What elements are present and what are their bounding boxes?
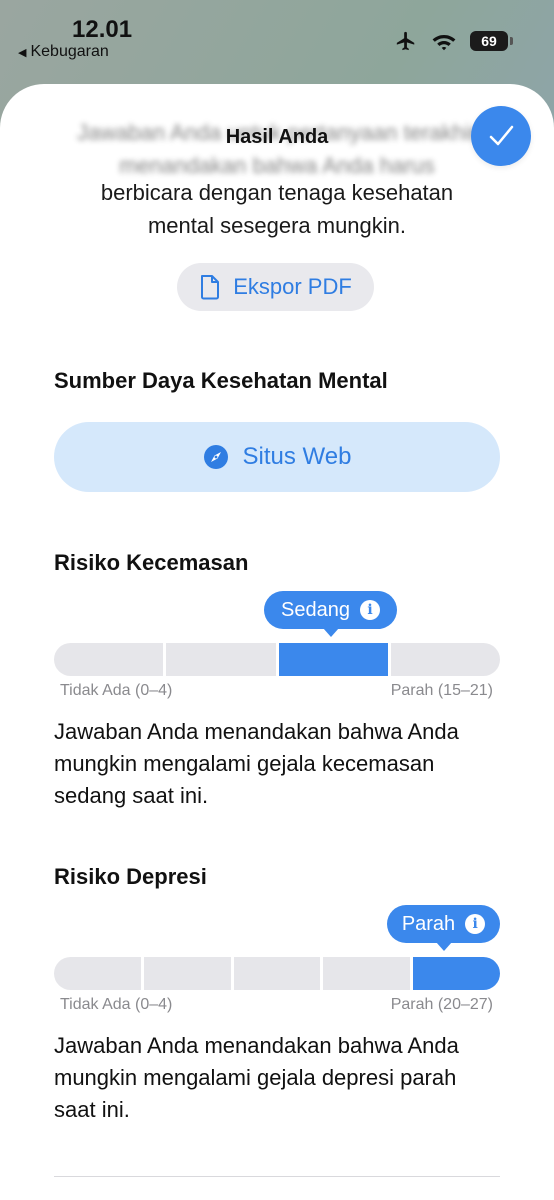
done-button[interactable] <box>471 106 531 166</box>
depression-min-label: Tidak Ada (0–4) <box>60 996 173 1013</box>
battery-level: 69 <box>481 33 497 49</box>
description-line: saat ini. <box>54 1097 130 1122</box>
anxiety-max-label: Parah (15–21) <box>390 682 493 699</box>
depression-description: Jawaban Anda menandakan bahwa Anda mungk… <box>54 1030 504 1126</box>
anxiety-risk-scale <box>54 643 500 676</box>
resources-title: Sumber Daya Kesehatan Mental <box>54 368 388 393</box>
anxiety-level-badge[interactable]: Sedang i <box>264 591 397 637</box>
wifi-icon <box>432 35 456 51</box>
depression-max-label: Parah (20–27) <box>390 996 493 1013</box>
description-line: Jawaban Anda menandakan bahwa Anda <box>54 719 459 744</box>
anxiety-level-label: Sedang <box>281 598 350 621</box>
anxiety-description: Jawaban Anda menandakan bahwa Anda mungk… <box>54 716 504 812</box>
divider <box>54 1176 500 1177</box>
back-label: Kebugaran <box>30 43 109 60</box>
scale-segment <box>54 643 164 676</box>
scale-segment <box>233 957 321 990</box>
depression-level-badge[interactable]: Parah i <box>387 905 500 951</box>
description-line: sedang saat ini. <box>54 783 209 808</box>
depression-risk-scale <box>54 957 500 990</box>
export-pdf-button[interactable]: Ekspor PDF <box>177 263 374 311</box>
intro-line: mental sesegera mungkin. <box>147 213 407 238</box>
results-sheet: Jawaban Anda untuk pertanyaan terakhir m… <box>0 84 554 1200</box>
anxiety-title: Risiko Kecemasan <box>54 550 249 575</box>
info-icon: i <box>359 600 380 620</box>
scale-segment <box>143 957 231 990</box>
info-icon: i <box>465 914 486 934</box>
website-label: Situs Web <box>242 443 352 470</box>
website-button[interactable]: Situs Web <box>54 422 500 492</box>
depression-level-label: Parah <box>401 912 456 935</box>
status-time: 12.01 <box>72 16 133 43</box>
intro-line: berbicara dengan tenaga kesehatan <box>100 180 454 205</box>
anxiety-min-label: Tidak Ada (0–4) <box>60 682 173 699</box>
scale-segment <box>54 957 141 990</box>
intro-text: berbicara dengan tenaga kesehatan mental… <box>40 176 514 242</box>
scale-segment-active <box>278 643 388 676</box>
description-line: mungkin mengalami gejala kecemasan <box>54 751 435 776</box>
status-icons: 69 <box>394 30 513 52</box>
document-icon <box>201 275 220 300</box>
status-bar: 12.01 ◀ Kebugaran 69 <box>0 0 554 80</box>
compass-icon <box>203 445 228 469</box>
back-to-app-button[interactable]: ◀ Kebugaran <box>18 43 109 61</box>
scale-segment-active <box>413 957 500 990</box>
export-pdf-label: Ekspor PDF <box>233 274 352 299</box>
scale-segment <box>166 643 276 676</box>
battery-indicator: 69 <box>470 31 513 51</box>
airplane-icon <box>396 31 415 51</box>
scale-segment <box>323 957 411 990</box>
description-line: Jawaban Anda menandakan bahwa Anda <box>54 1033 459 1058</box>
description-line: mungkin mengalami gejala depresi parah <box>54 1065 457 1090</box>
scale-segment <box>390 643 500 676</box>
back-triangle-icon: ◀ <box>18 46 27 59</box>
depression-title: Risiko Depresi <box>54 864 207 889</box>
checkmark-icon <box>489 125 514 146</box>
